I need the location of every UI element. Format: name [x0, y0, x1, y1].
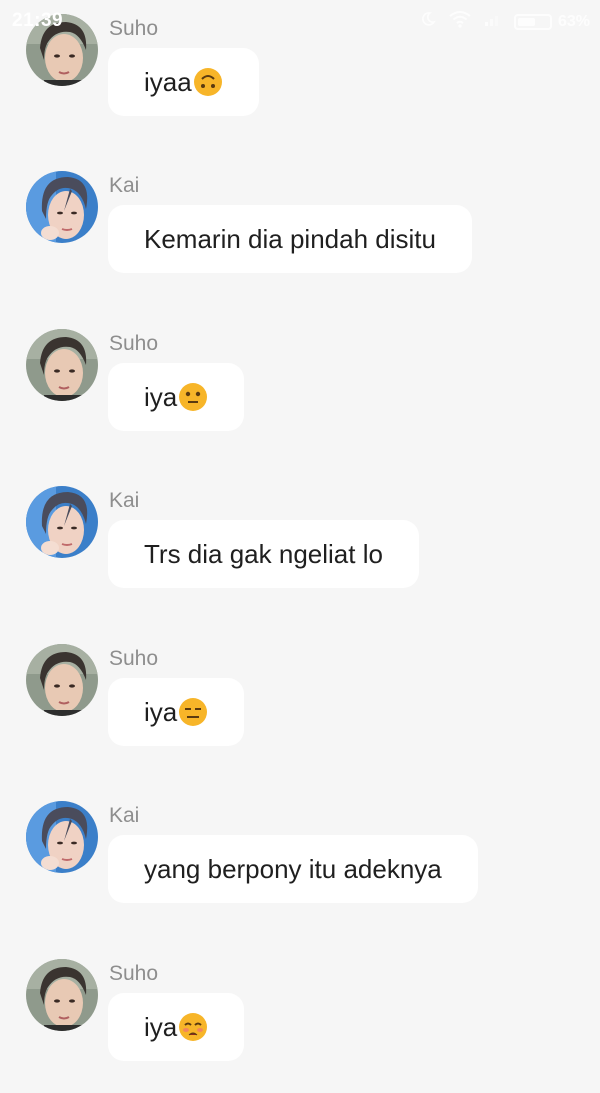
message-item: Kai yang berpony itu adeknya [0, 795, 600, 935]
message-item: Suho iya [0, 638, 600, 778]
wifi-icon [448, 10, 472, 33]
message-bubble[interactable]: iyaa [108, 48, 259, 116]
message-item: Kai Kemarin dia pindah disitu [0, 165, 600, 305]
neutral-face-emoji [178, 382, 208, 412]
message-bubble[interactable]: Kemarin dia pindah disitu [108, 205, 472, 273]
message-text: iya [144, 1011, 178, 1042]
sender-name: Suho [109, 332, 159, 355]
message-text: iyaa [144, 66, 192, 97]
status-icons: 63% [420, 10, 590, 33]
signal-icon [484, 11, 502, 32]
message-bubble[interactable]: iya [108, 993, 245, 1061]
message-text: iya [144, 381, 178, 412]
avatar-suho[interactable] [26, 644, 98, 716]
message-bubble[interactable]: Trs dia gak ngeliat lo [108, 520, 419, 588]
expressionless-face-emoji [178, 697, 208, 727]
message-item: Kai Trs dia gak ngeliat lo [0, 480, 600, 620]
avatar-kai[interactable] [26, 801, 98, 873]
message-text: Trs dia gak ngeliat lo [144, 538, 383, 569]
sender-name: Kai [109, 174, 140, 197]
message-item: Suho iya [0, 323, 600, 463]
moon-icon [420, 11, 436, 32]
sender-name: Suho [109, 647, 159, 670]
battery-percent: 63% [557, 12, 590, 30]
message-text: Kemarin dia pindah disitu [144, 223, 436, 254]
message-text: yang berpony itu adeknya [144, 853, 442, 884]
upside-down-face-emoji [193, 67, 223, 97]
message-bubble[interactable]: iya [108, 678, 245, 746]
sender-name: Kai [109, 489, 140, 512]
message-bubble[interactable]: iya [108, 363, 245, 431]
avatar-kai[interactable] [26, 171, 98, 243]
status-time: 21:39 [12, 10, 64, 31]
sender-name: Suho [109, 962, 159, 985]
flushed-sad-face-emoji [178, 1012, 208, 1042]
message-bubble[interactable]: yang berpony itu adeknya [108, 835, 478, 903]
battery-icon [513, 13, 552, 30]
message-text: iya [144, 696, 178, 727]
message-item: Suho iya [0, 953, 600, 1093]
battery-fill [517, 17, 536, 26]
avatar-kai[interactable] [26, 486, 98, 558]
battery-indicator: 63% [513, 12, 590, 31]
status-bar: 21:39 63% [0, 0, 600, 40]
avatar-suho[interactable] [26, 329, 98, 401]
avatar-suho[interactable] [26, 959, 98, 1031]
sender-name: Kai [109, 804, 140, 827]
